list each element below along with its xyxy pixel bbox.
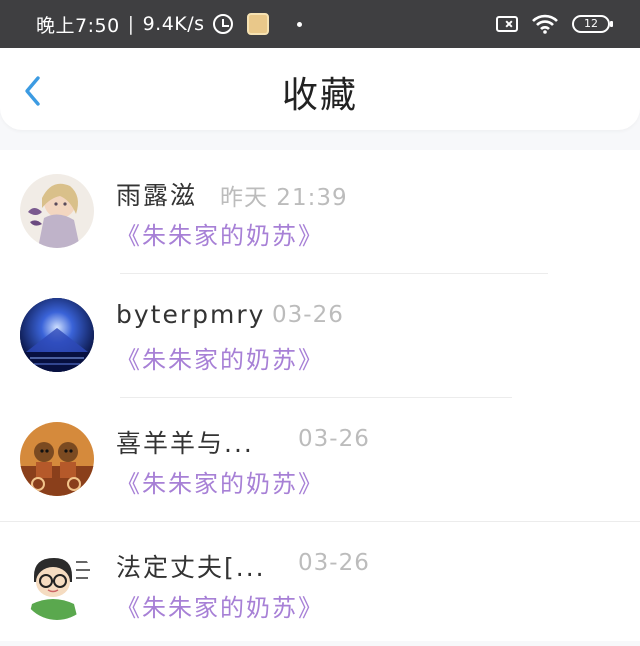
alarm-icon: [212, 14, 233, 34]
collected-work-title[interactable]: 《朱朱家的奶苏》: [116, 216, 324, 251]
avatar[interactable]: [20, 298, 94, 372]
network-speed: 9.4K/s: [142, 13, 205, 35]
timestamp: 03-26: [298, 550, 370, 576]
app-notification-icon: [246, 13, 269, 35]
top-bar: 收藏: [0, 48, 640, 130]
sender-name: byterpmry: [116, 300, 266, 329]
timestamp: 昨天 21:39: [220, 185, 348, 211]
status-separator: |: [127, 13, 135, 35]
collected-work-title[interactable]: 《朱朱家的奶苏》: [116, 340, 324, 375]
favorites-list: 雨露滋 昨天 21:39 《朱朱家的奶苏》 byterpmry 03-26 《朱…: [0, 150, 640, 641]
status-bar: 晚上7:50 | 9.4K/s 12: [0, 0, 640, 48]
page-title: 收藏: [281, 75, 358, 116]
avatar[interactable]: [20, 174, 94, 248]
collected-work-title[interactable]: 《朱朱家的奶苏》: [116, 588, 324, 623]
status-time: 晚上7:50: [36, 14, 120, 37]
list-item[interactable]: byterpmry 03-26 《朱朱家的奶苏》: [0, 274, 640, 398]
timestamp: 03-26: [298, 426, 370, 452]
timestamp: 03-26: [272, 302, 344, 328]
avatar[interactable]: [20, 422, 94, 496]
wifi-icon: [532, 14, 558, 34]
status-left: 晚上7:50 | 9.4K/s: [36, 0, 302, 48]
list-item[interactable]: 雨露滋 昨天 21:39 《朱朱家的奶苏》: [0, 150, 640, 274]
status-right: 12: [496, 0, 613, 48]
collected-work-title[interactable]: 《朱朱家的奶苏》: [116, 464, 324, 499]
sender-name: 法定丈夫[...: [116, 553, 266, 582]
sender-name: 雨露滋: [116, 181, 198, 210]
battery-icon: 12: [572, 15, 613, 33]
list-item[interactable]: 喜羊羊与... 03-26 《朱朱家的奶苏》: [0, 398, 640, 522]
chevron-left-icon: [25, 76, 40, 106]
sim-icon: [496, 16, 518, 32]
list-item[interactable]: 法定丈夫[... 03-26 《朱朱家的奶苏》: [0, 522, 640, 646]
sender-name: 喜羊羊与...: [116, 429, 254, 458]
back-button[interactable]: [18, 74, 48, 108]
avatar[interactable]: [20, 546, 94, 620]
notification-dot-icon: [296, 21, 302, 27]
